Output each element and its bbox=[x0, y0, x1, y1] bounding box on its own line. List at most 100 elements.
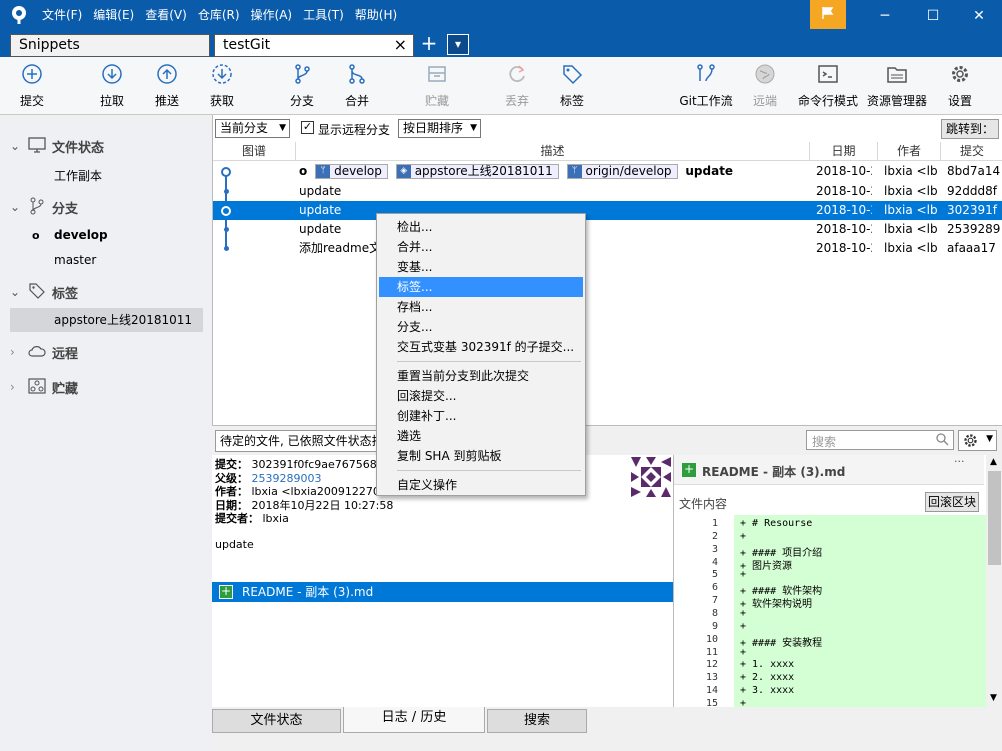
close-window-button[interactable]: ✕ bbox=[956, 0, 1002, 31]
scroll-thumb[interactable] bbox=[988, 471, 1001, 565]
tab-snippets[interactable]: Snippets bbox=[10, 34, 210, 57]
context-menu-item[interactable]: 标签... bbox=[379, 277, 583, 297]
menu-action[interactable]: 操作(A) bbox=[251, 6, 293, 23]
context-menu-item[interactable]: 回滚提交... bbox=[379, 386, 583, 406]
tab-search[interactable]: 搜索 bbox=[487, 709, 587, 733]
tag-button[interactable]: 标签 bbox=[545, 61, 599, 113]
minimize-button[interactable]: ─ bbox=[862, 0, 908, 31]
jump-to-button[interactable]: 跳转到： bbox=[941, 119, 999, 139]
context-menu-item[interactable]: 检出... bbox=[379, 217, 583, 237]
sidebar-branch-master[interactable]: master bbox=[54, 248, 96, 272]
branch-badge-develop[interactable]: ᛘ develop bbox=[315, 164, 388, 179]
commit-button[interactable]: 提交 bbox=[5, 61, 59, 113]
badge-label: origin/develop bbox=[585, 164, 672, 178]
minimize-icon: ─ bbox=[880, 7, 890, 24]
terminal-button[interactable]: 命令行模式 bbox=[797, 61, 859, 113]
sidebar-working-copy[interactable]: 工作副本 bbox=[54, 163, 102, 187]
tab-close-icon[interactable]: × bbox=[394, 35, 407, 54]
maximize-button[interactable]: ☐ bbox=[910, 0, 956, 31]
discard-button[interactable]: 丢弃 bbox=[490, 61, 544, 113]
settings-label: 设置 bbox=[947, 94, 972, 108]
sidebar-branches[interactable]: ⌄ 分支 bbox=[10, 195, 78, 219]
flag-button[interactable] bbox=[810, 0, 846, 29]
fetch-button[interactable]: 获取 bbox=[195, 61, 249, 113]
settings-button[interactable]: 设置 bbox=[933, 61, 987, 113]
sidebar-tags[interactable]: ⌄ 标签 bbox=[10, 280, 78, 304]
show-remote-checkbox[interactable]: ✓ bbox=[301, 121, 314, 134]
parent-link[interactable]: 2539289003 bbox=[252, 472, 322, 485]
context-menu-item[interactable]: 合并... bbox=[379, 237, 583, 257]
context-menu-item[interactable]: 创建补丁... bbox=[379, 406, 583, 426]
branch-filter-select[interactable]: 当前分支 ▼ bbox=[215, 119, 290, 138]
menu-file[interactable]: 文件(F) bbox=[42, 6, 82, 23]
diff-header: + README - 副本 (3).md ··· bbox=[674, 455, 984, 485]
merge-button[interactable]: 合并 bbox=[330, 61, 384, 113]
context-menu-item[interactable]: 存档... bbox=[379, 297, 583, 317]
pull-button[interactable]: 拉取 bbox=[85, 61, 139, 113]
col-graph[interactable]: 图谱 bbox=[213, 142, 296, 160]
menu-edit[interactable]: 编辑(E) bbox=[93, 6, 134, 23]
tab-log-history[interactable]: 日志 / 历史 bbox=[343, 707, 485, 733]
commit-row[interactable]: 添加readme文 2018-10-2 lbxia <lb afaaa17 bbox=[213, 239, 1002, 258]
commit-date: 2018-10-2 bbox=[816, 222, 872, 236]
context-menu-item[interactable]: 遴选 bbox=[379, 426, 583, 446]
diff-content-label: 文件内容 bbox=[679, 497, 728, 511]
search-input[interactable]: 搜索 bbox=[806, 430, 954, 450]
arrow-down-circle-icon bbox=[99, 61, 125, 87]
tab-testgit[interactable]: testGit × bbox=[214, 34, 414, 57]
diff-scrollbar[interactable]: ▲ ▼ bbox=[986, 455, 1002, 707]
remote-branch-badge[interactable]: ᛘ origin/develop bbox=[566, 164, 678, 179]
explorer-button[interactable]: 资源管理器 bbox=[866, 61, 928, 113]
commit-message: 添加readme文 bbox=[299, 241, 382, 255]
staged-files-select[interactable]: 待定的文件, 已依照文件状态排 bbox=[215, 430, 380, 452]
sidebar-remote[interactable]: › 远程 bbox=[10, 340, 78, 364]
commit-row[interactable]: update 2018-10-2 lbxia <lb 92ddd8f bbox=[213, 182, 1002, 201]
tag-badge[interactable]: ◈ appstore上线20181011 bbox=[395, 164, 559, 179]
options-dropdown[interactable]: ▼ bbox=[958, 430, 997, 451]
sidebar: ⌄ 文件状态 工作副本 ⌄ 分支 o develop master ⌄ 标签 a… bbox=[0, 122, 212, 751]
col-description[interactable]: 描述 bbox=[296, 142, 810, 160]
new-tab-button[interactable]: + bbox=[418, 33, 440, 55]
menu-help[interactable]: 帮助(H) bbox=[355, 6, 397, 23]
more-options-icon[interactable]: ··· bbox=[954, 455, 965, 468]
push-button[interactable]: 推送 bbox=[140, 61, 194, 113]
maximize-icon: ☐ bbox=[926, 7, 940, 24]
log-header: 图谱 描述 日期 作者 提交 bbox=[213, 142, 1002, 161]
commit-row-selected[interactable]: update 2018-10-2 lbxia <lb 302391f bbox=[213, 201, 1002, 220]
diff-line-content: + 软件架构说明 bbox=[740, 599, 813, 611]
sidebar-tag-item[interactable]: appstore上线20181011 bbox=[10, 308, 203, 332]
col-date[interactable]: 日期 bbox=[810, 142, 878, 160]
context-menu-item[interactable]: 重置当前分支到此次提交 bbox=[379, 366, 583, 386]
menu-view[interactable]: 查看(V) bbox=[145, 6, 187, 23]
tab-dropdown-button[interactable]: ▾ bbox=[447, 34, 469, 55]
stash-button[interactable]: 贮藏 bbox=[410, 61, 464, 113]
menu-tools[interactable]: 工具(T) bbox=[303, 6, 344, 23]
commit-row[interactable]: o ᛘ develop ◈ appstore上线20181011 ᛘ origin/d… bbox=[213, 162, 1002, 181]
tab-file-status[interactable]: 文件状态 bbox=[212, 709, 341, 733]
context-menu-item[interactable]: 分支... bbox=[379, 317, 583, 337]
changed-file-item[interactable]: + README - 副本 (3).md bbox=[212, 582, 673, 602]
context-menu-item[interactable]: 变基... bbox=[379, 257, 583, 277]
context-menu-item[interactable]: 复制 SHA 到剪贴板 bbox=[379, 446, 583, 466]
revert-hunk-button[interactable]: 回滚区块 bbox=[925, 492, 979, 512]
branch-button[interactable]: 分支 bbox=[275, 61, 329, 113]
commit-row[interactable]: update 2018-10-2 lbxia <lb 2539289 bbox=[213, 220, 1002, 239]
remote-button[interactable]: 远端 bbox=[738, 61, 792, 113]
avatar bbox=[631, 457, 671, 497]
col-commit[interactable]: 提交 bbox=[941, 142, 1002, 160]
git-flow-button[interactable]: Git工作流 bbox=[678, 61, 734, 113]
chevron-down-icon: ▼ bbox=[279, 123, 286, 133]
sidebar-branch-develop[interactable]: o develop bbox=[32, 223, 108, 247]
menu-repo[interactable]: 仓库(R) bbox=[198, 6, 240, 23]
sidebar-file-status[interactable]: ⌄ 文件状态 bbox=[10, 134, 104, 158]
scroll-up-icon[interactable]: ▲ bbox=[990, 457, 997, 467]
context-menu-item[interactable]: 交互式变基 302391f 的子提交... bbox=[379, 337, 583, 357]
context-menu-item[interactable]: 自定义操作 bbox=[379, 475, 583, 495]
diff-pane: + README - 副本 (3).md ··· 文件内容 回滚区块 1 + # … bbox=[673, 455, 1002, 707]
col-author[interactable]: 作者 bbox=[878, 142, 941, 160]
sidebar-stash[interactable]: › 贮藏 bbox=[10, 375, 78, 399]
scroll-down-icon[interactable]: ▼ bbox=[990, 693, 997, 703]
commit-log-pane: 当前分支 ▼ ✓ 显示远程分支 按日期排序 ▼ 跳转到： 图谱 描述 日期 作者 提… bbox=[212, 115, 1002, 425]
sidebar-item-label: appstore上线20181011 bbox=[54, 313, 193, 327]
sort-select[interactable]: 按日期排序 ▼ bbox=[398, 119, 481, 138]
